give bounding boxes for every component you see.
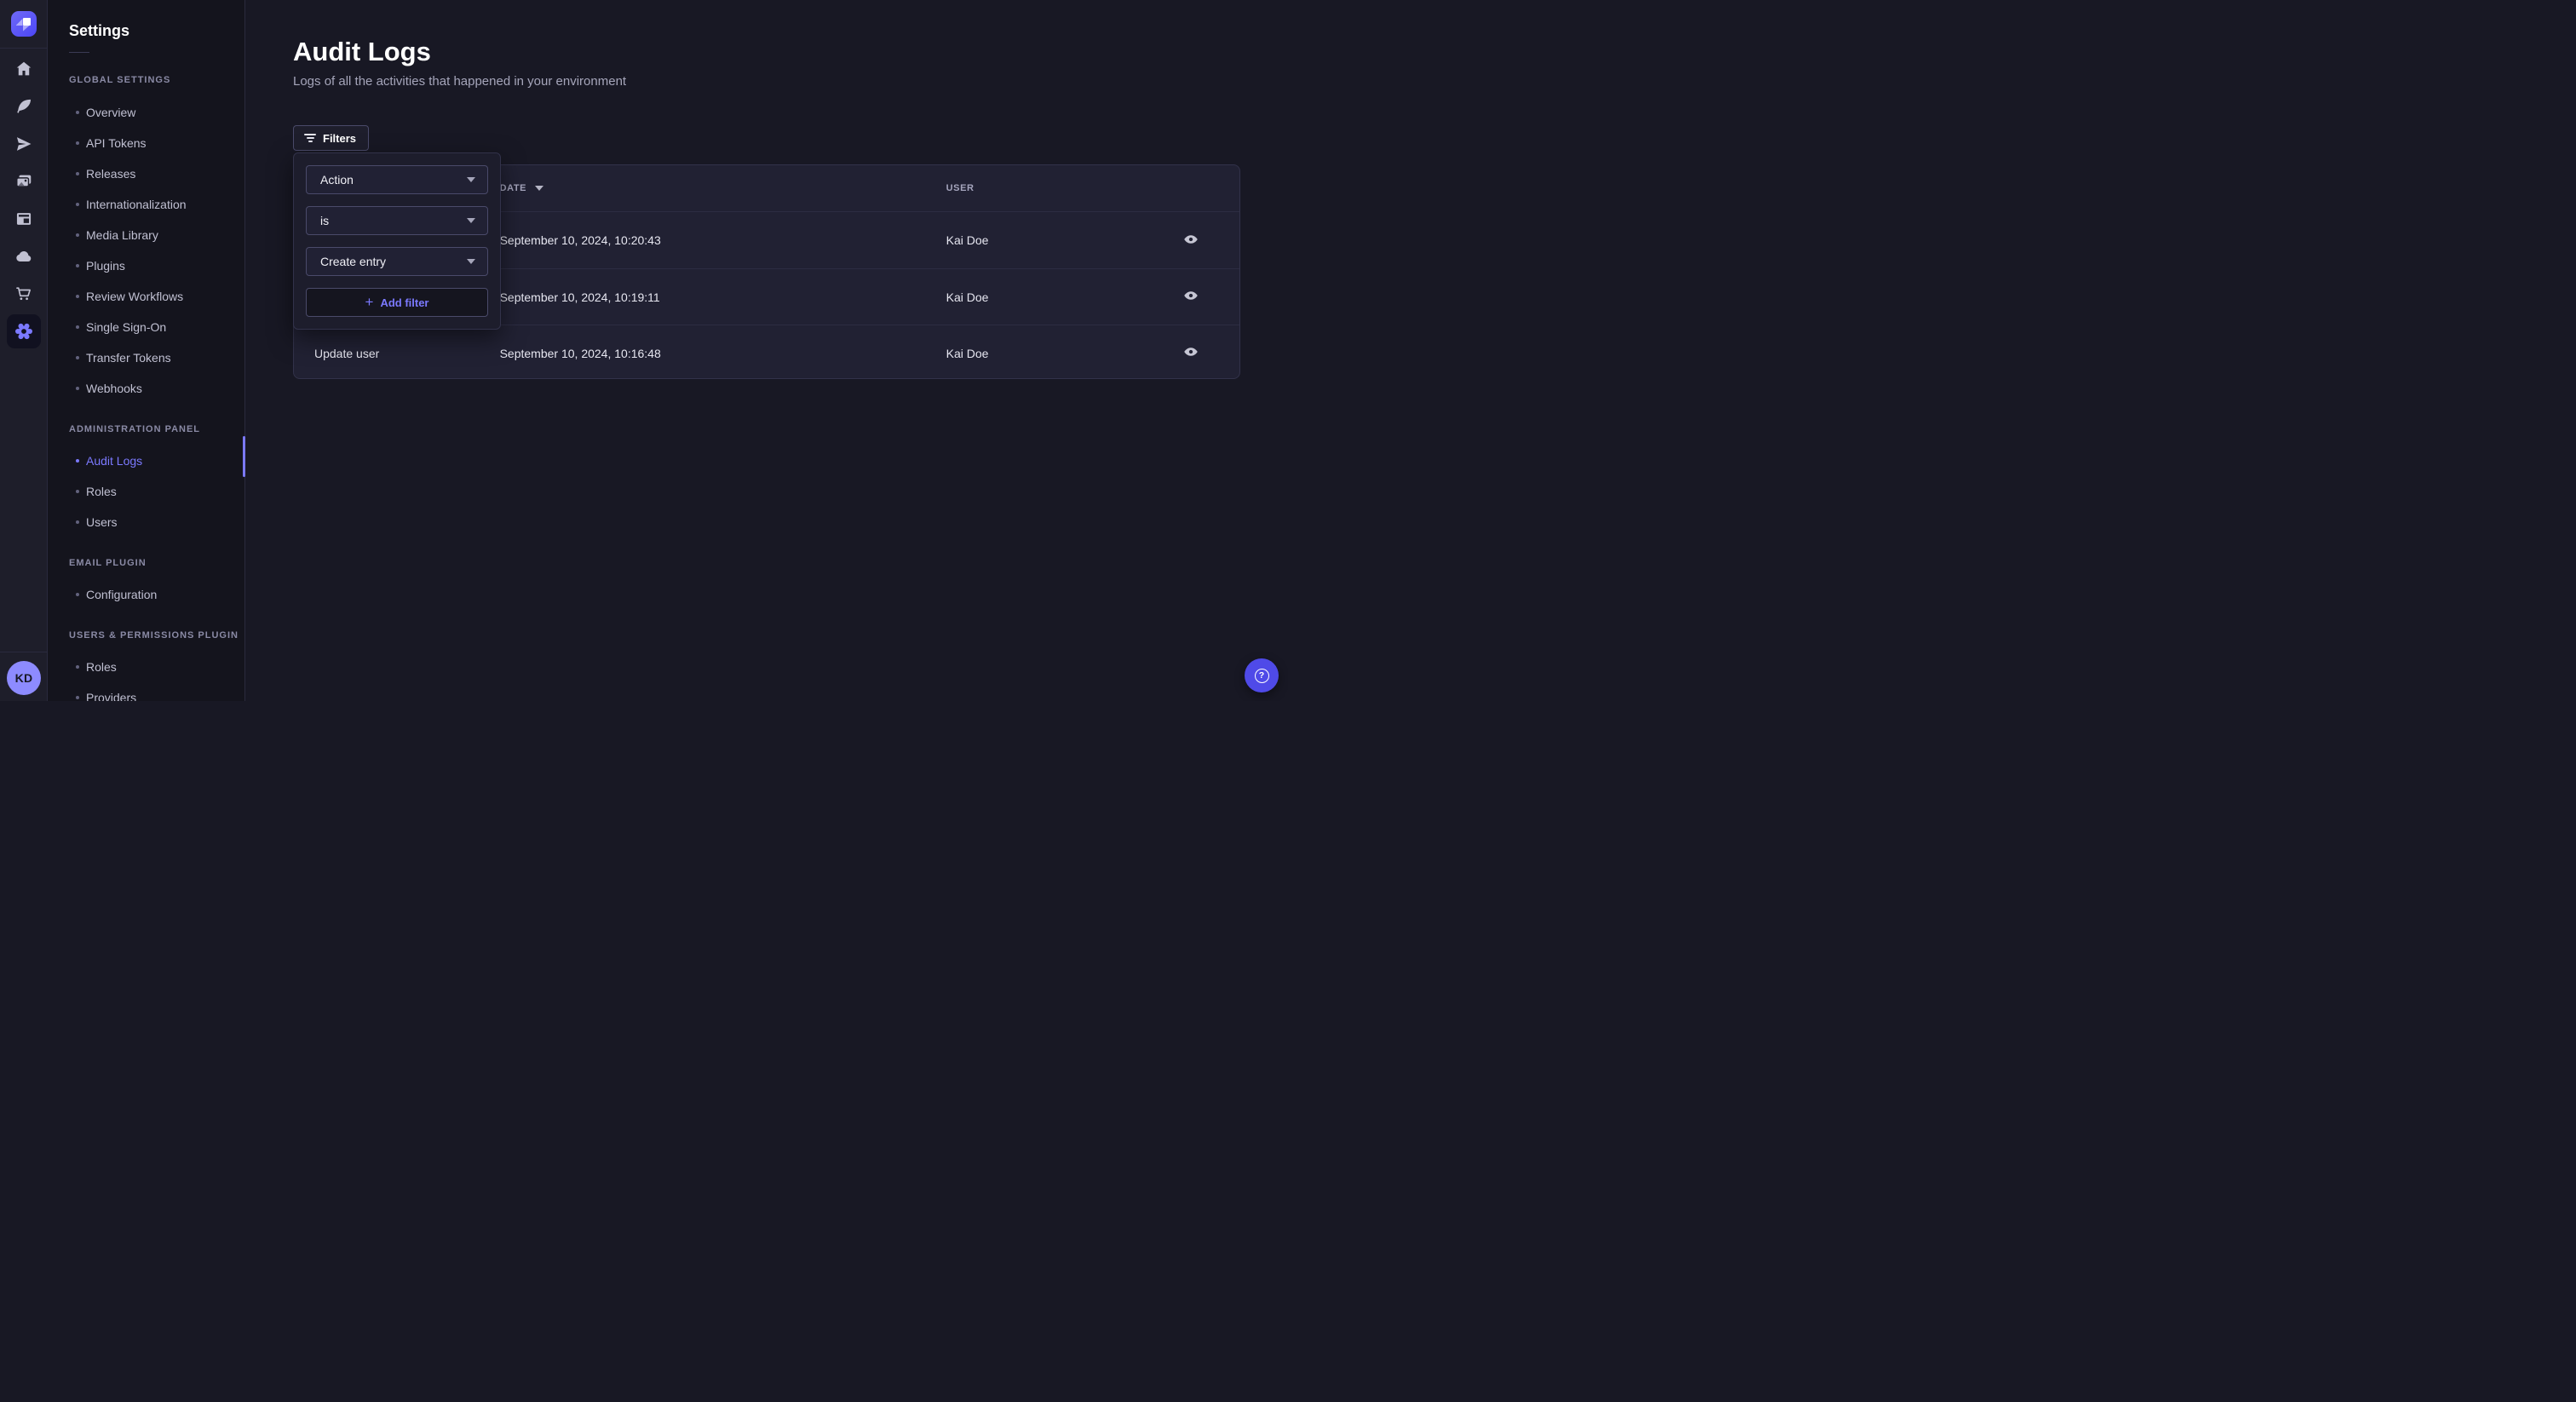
- cell-user: Kai Doe: [946, 347, 1164, 360]
- sort-desc-icon: [535, 186, 543, 191]
- cell-user: Kai Doe: [946, 233, 1164, 247]
- chevron-down-icon: [467, 177, 475, 182]
- page-subtitle: Logs of all the activities that happened…: [293, 73, 1240, 90]
- filters-button[interactable]: Filters: [293, 125, 369, 151]
- layout-window-icon: [14, 210, 33, 228]
- paper-plane-icon: [14, 135, 33, 153]
- nav-content-type-builder[interactable]: [5, 200, 43, 238]
- cloud-icon: [14, 247, 33, 266]
- cell-date: September 10, 2024, 10:20:43: [500, 233, 946, 247]
- nav-releases[interactable]: [5, 125, 43, 163]
- nav-home[interactable]: [5, 50, 43, 88]
- nav-media-library[interactable]: [5, 163, 43, 200]
- sidebar-item-up-providers[interactable]: Providers: [48, 682, 244, 701]
- column-header-user: USER: [946, 183, 1164, 193]
- settings-active-tile: [7, 314, 41, 348]
- section-users-permissions-plugin: USERS & PERMISSIONS PLUGIN: [48, 630, 244, 641]
- chevron-down-icon: [467, 218, 475, 223]
- chevron-down-icon: [467, 259, 475, 264]
- sidebar-title: Settings: [48, 0, 244, 40]
- column-header-date[interactable]: DATE: [500, 183, 946, 193]
- nav-cloud[interactable]: [5, 238, 43, 275]
- sidebar-item-audit-logs[interactable]: Audit Logs: [48, 445, 244, 476]
- sidebar-item-transfer-tokens[interactable]: Transfer Tokens: [48, 342, 244, 373]
- section-email-plugin: EMAIL PLUGIN: [48, 558, 244, 568]
- media-pictures-icon: [14, 172, 33, 191]
- sidebar-item-admin-roles[interactable]: Roles: [48, 476, 244, 507]
- filter-operator-select[interactable]: is: [306, 206, 488, 235]
- settings-gear-icon: [14, 321, 34, 342]
- eye-icon: [1183, 344, 1199, 362]
- icon-rail: KD: [0, 0, 48, 701]
- view-details-button[interactable]: [1179, 285, 1203, 309]
- eye-icon: [1183, 232, 1199, 250]
- sidebar-item-api-tokens[interactable]: API Tokens: [48, 128, 244, 158]
- app-window: KD Settings GLOBAL SETTINGS Overview API…: [0, 0, 1288, 701]
- cell-date: September 10, 2024, 10:19:11: [500, 290, 946, 304]
- sidebar-item-up-roles[interactable]: Roles: [48, 652, 244, 682]
- sidebar-item-admin-users[interactable]: Users: [48, 507, 244, 537]
- settings-sidebar: Settings GLOBAL SETTINGS Overview API To…: [48, 0, 245, 701]
- filter-value-select[interactable]: Create entry: [306, 247, 488, 276]
- sidebar-item-single-sign-on[interactable]: Single Sign-On: [48, 312, 244, 342]
- view-details-button[interactable]: [1179, 342, 1203, 365]
- cell-date: September 10, 2024, 10:16:48: [500, 347, 946, 360]
- plus-icon: +: [365, 295, 374, 309]
- nav-marketplace[interactable]: [5, 275, 43, 313]
- sidebar-item-internationalization[interactable]: Internationalization: [48, 189, 244, 220]
- home-icon: [14, 60, 33, 78]
- cell-action: Update user: [314, 347, 500, 360]
- table-row[interactable]: Update user September 10, 2024, 10:16:48…: [294, 325, 1239, 379]
- sidebar-item-review-workflows[interactable]: Review Workflows: [48, 281, 244, 312]
- question-mark-icon: ?: [1255, 669, 1269, 683]
- sidebar-title-divider: [69, 52, 89, 53]
- sidebar-item-webhooks[interactable]: Webhooks: [48, 373, 244, 404]
- view-details-button[interactable]: [1179, 228, 1203, 252]
- strapi-logo[interactable]: [11, 11, 37, 37]
- filter-popover: Action is Create entry + Add filter: [293, 152, 501, 330]
- sidebar-item-media-library[interactable]: Media Library: [48, 220, 244, 250]
- sidebar-item-releases[interactable]: Releases: [48, 158, 244, 189]
- help-button[interactable]: ?: [1245, 658, 1279, 692]
- strapi-logo-mark: [16, 19, 23, 26]
- section-administration-panel: ADMINISTRATION PANEL: [48, 424, 244, 434]
- marketplace-cart-icon: [14, 284, 33, 303]
- nav-content-manager[interactable]: [5, 88, 43, 125]
- cell-user: Kai Doe: [946, 290, 1164, 304]
- rail-divider: [0, 48, 47, 49]
- add-filter-button[interactable]: + Add filter: [306, 288, 488, 317]
- sidebar-item-plugins[interactable]: Plugins: [48, 250, 244, 281]
- filter-icon: [304, 134, 316, 142]
- sidebar-item-overview[interactable]: Overview: [48, 97, 244, 128]
- feather-content-icon: [14, 97, 33, 116]
- page-title: Audit Logs: [293, 36, 1240, 68]
- eye-icon: [1183, 288, 1199, 306]
- sidebar-item-email-configuration[interactable]: Configuration: [48, 579, 244, 610]
- main-content: Audit Logs Logs of all the activities th…: [245, 0, 1288, 701]
- nav-settings[interactable]: [5, 313, 43, 350]
- user-avatar[interactable]: KD: [7, 661, 41, 695]
- section-global-settings: GLOBAL SETTINGS: [48, 75, 244, 85]
- filter-attribute-select[interactable]: Action: [306, 165, 488, 194]
